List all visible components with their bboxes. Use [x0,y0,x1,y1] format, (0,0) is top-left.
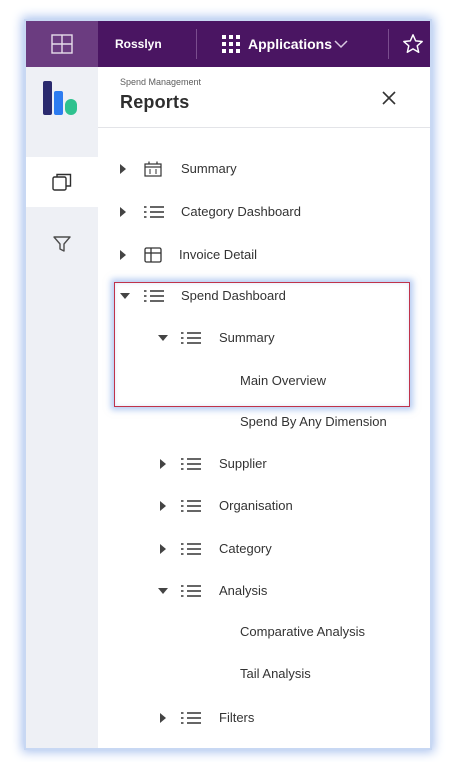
list-icon [181,500,201,512]
list-icon [181,543,201,555]
tree-node-label: Comparative Analysis [240,624,365,639]
expand-triangle-icon[interactable] [160,459,167,469]
expand-triangle-icon[interactable] [120,207,127,217]
tree-node-label: Summary [181,161,237,176]
header-divider [98,127,430,128]
top-bar: Rosslyn Applications [26,21,430,67]
tree-node-label: Filters [219,710,255,725]
table-icon [144,247,162,263]
panel-title: Reports [120,92,190,112]
tree-node-label: Spend By Any Dimension [240,414,387,429]
app-frame: Rosslyn Applications Spend Management Re… [26,21,430,748]
tree-node-label: Supplier [219,456,267,471]
left-nav-rail [26,67,98,748]
expand-triangle-icon[interactable] [160,544,167,554]
grid-menu-button[interactable] [26,21,98,67]
tree-node-label: Category [219,541,272,556]
collapse-triangle-icon[interactable] [158,588,168,595]
reports-nav-button[interactable] [26,157,98,207]
highlight-box [114,282,410,407]
expand-triangle-icon[interactable] [120,164,127,174]
tree-node-label: Analysis [219,583,268,598]
filter-icon[interactable] [52,234,72,254]
topbar-divider [196,29,197,59]
list-icon [144,206,164,218]
star-icon[interactable] [402,33,424,55]
list-icon [181,712,201,724]
expand-triangle-icon[interactable] [160,713,167,723]
close-icon[interactable] [381,90,397,106]
brand-logo-icon[interactable] [43,81,83,117]
grid-icon [51,34,73,54]
panel-subtitle: Spend Management [120,77,202,87]
topbar-divider [388,29,389,59]
tree-node-label: Tail Analysis [240,666,311,681]
tree-node-label: Category Dashboard [181,204,301,219]
reports-nav-icon [52,173,72,191]
list-icon [181,585,201,597]
expand-triangle-icon[interactable] [120,250,127,260]
workspace-name[interactable]: Rosslyn [115,21,162,67]
chevron-down-icon[interactable] [334,39,348,49]
applications-menu[interactable]: Applications [248,21,332,67]
calendar-icon [144,161,162,177]
apps-grid-icon[interactable] [222,35,240,53]
list-icon [181,458,201,470]
tree-node-label: Invoice Detail [179,247,258,262]
tree-node-label: Organisation [219,498,293,513]
expand-triangle-icon[interactable] [160,501,167,511]
